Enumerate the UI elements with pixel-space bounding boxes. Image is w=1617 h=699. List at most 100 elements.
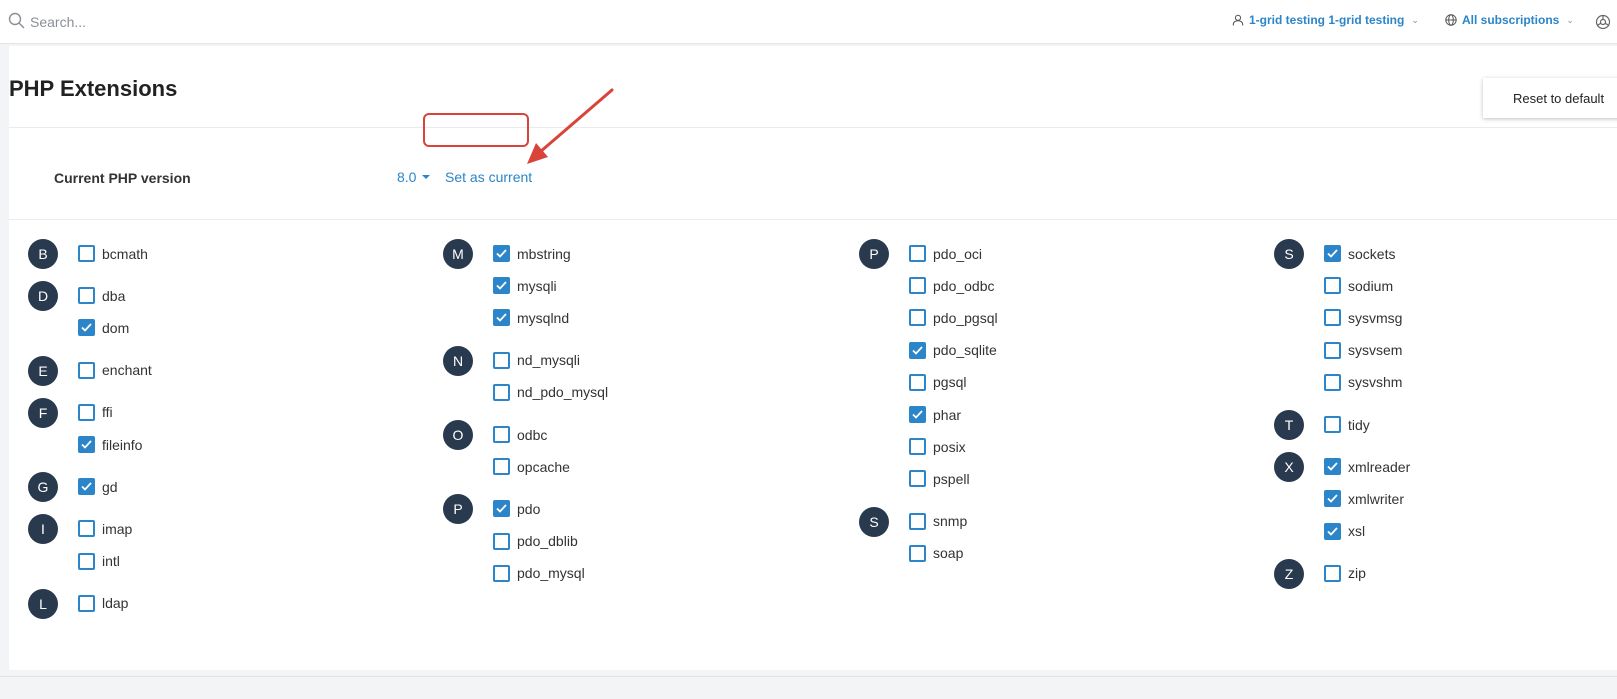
subscriptions-menu[interactable]: All subscriptions ⌄ (1445, 13, 1574, 27)
extension-item[interactable]: phar (909, 406, 961, 423)
checkmark-icon (1327, 249, 1338, 258)
extension-label: posix (933, 438, 966, 455)
user-menu[interactable]: 1-grid testing 1-grid testing ⌄ (1232, 13, 1419, 27)
extension-item[interactable]: soap (909, 544, 963, 562)
extension-checkbox[interactable] (493, 245, 510, 262)
extension-checkbox[interactable] (493, 351, 510, 369)
extension-checkbox[interactable] (1324, 373, 1341, 391)
extension-checkbox[interactable] (493, 277, 510, 295)
extension-item[interactable]: mysqlnd (493, 309, 570, 327)
extension-item[interactable]: sysvshm (1324, 373, 1402, 391)
extension-checkbox[interactable] (78, 520, 95, 538)
extension-checkbox[interactable] (1324, 522, 1341, 540)
extension-checkbox[interactable] (493, 426, 510, 443)
extension-item[interactable]: ldap (78, 594, 128, 612)
extension-item[interactable]: pdo_sqlite (909, 341, 997, 359)
extension-item[interactable]: xsl (1324, 522, 1365, 540)
extension-checkbox[interactable] (1324, 309, 1341, 327)
extension-checkbox[interactable] (1324, 458, 1341, 476)
extension-checkbox[interactable] (78, 552, 95, 570)
extension-checkbox[interactable] (909, 470, 926, 488)
extension-checkbox[interactable] (909, 512, 926, 530)
extension-item[interactable]: odbc (493, 426, 547, 443)
extension-checkbox[interactable] (1324, 564, 1341, 582)
extension-checkbox[interactable] (909, 309, 926, 327)
extension-item[interactable]: sysvsem (1324, 341, 1402, 359)
extension-checkbox[interactable] (78, 403, 95, 421)
extension-item[interactable]: mysqli (493, 277, 557, 295)
divider (9, 127, 1617, 128)
extension-label: pdo_pgsql (933, 309, 998, 326)
extension-item[interactable]: pdo_odbc (909, 277, 995, 295)
search-input[interactable] (30, 10, 330, 34)
extension-item[interactable]: tidy (1324, 416, 1370, 433)
extension-checkbox[interactable] (78, 245, 95, 262)
extension-item[interactable]: intl (78, 552, 120, 570)
extension-item[interactable]: snmp (909, 512, 967, 530)
extension-checkbox[interactable] (1324, 277, 1341, 295)
extension-checkbox[interactable] (1324, 490, 1341, 508)
extension-item[interactable]: mbstring (493, 245, 571, 262)
extension-checkbox[interactable] (78, 361, 95, 379)
extension-item[interactable]: sysvmsg (1324, 309, 1402, 327)
extension-item[interactable]: sodium (1324, 277, 1393, 295)
extension-label: dom (102, 319, 130, 336)
checkmark-icon (912, 410, 923, 419)
extension-item[interactable]: dba (78, 287, 125, 305)
extension-checkbox[interactable] (78, 594, 95, 612)
extension-item[interactable]: nd_pdo_mysql (493, 383, 608, 401)
letter-badge: D (28, 281, 58, 312)
extension-item[interactable]: zip (1324, 564, 1366, 582)
extension-checkbox[interactable] (909, 341, 926, 359)
extension-checkbox[interactable] (909, 277, 926, 295)
letter-badge: T (1274, 410, 1304, 440)
letter-badge: E (28, 355, 58, 386)
extension-checkbox[interactable] (493, 532, 510, 550)
extension-checkbox[interactable] (909, 406, 926, 423)
extension-checkbox[interactable] (78, 287, 95, 305)
extension-checkbox[interactable] (909, 438, 926, 456)
extension-item[interactable]: pdo_mysql (493, 564, 585, 582)
extension-item[interactable]: pdo_dblib (493, 532, 578, 550)
extension-item[interactable]: gd (78, 478, 118, 496)
extension-label: mysqlnd (517, 309, 570, 326)
extension-item[interactable]: pdo (493, 500, 540, 518)
extension-checkbox[interactable] (78, 436, 95, 453)
extension-checkbox[interactable] (493, 458, 510, 476)
extension-item[interactable]: xmlreader (1324, 458, 1410, 476)
php-version-select[interactable]: 8.0 (397, 169, 431, 185)
extension-checkbox[interactable] (909, 544, 926, 562)
extension-checkbox[interactable] (493, 500, 510, 518)
extension-item[interactable]: imap (78, 520, 132, 538)
set-as-current-link[interactable]: Set as current (445, 169, 532, 185)
extension-item[interactable]: pspell (909, 470, 970, 488)
extension-checkbox[interactable] (78, 319, 95, 337)
extension-item[interactable]: fileinfo (78, 436, 142, 453)
extension-item[interactable]: pgsql (909, 373, 966, 391)
extension-checkbox[interactable] (78, 478, 95, 496)
extension-checkbox[interactable] (493, 309, 510, 327)
settings-icon[interactable] (1594, 13, 1612, 31)
extension-checkbox[interactable] (909, 245, 926, 262)
reset-to-default-button[interactable]: Reset to default (1483, 78, 1617, 118)
extension-item[interactable]: enchant (78, 361, 152, 379)
extension-item[interactable]: posix (909, 438, 966, 456)
extension-label: odbc (517, 426, 548, 443)
extension-checkbox[interactable] (1324, 416, 1341, 433)
annotation-highlight-box (423, 113, 529, 147)
extension-item[interactable]: bcmath (78, 245, 148, 262)
extension-checkbox[interactable] (1324, 341, 1341, 359)
extension-item[interactable]: xmlwriter (1324, 490, 1404, 508)
extension-item[interactable]: opcache (493, 458, 570, 476)
extension-checkbox[interactable] (493, 564, 510, 582)
extension-label: enchant (102, 362, 152, 379)
extension-item[interactable]: pdo_oci (909, 245, 982, 262)
extension-item[interactable]: sockets (1324, 245, 1395, 262)
extension-item[interactable]: pdo_pgsql (909, 309, 998, 327)
extension-item[interactable]: ffi (78, 403, 113, 421)
extension-checkbox[interactable] (493, 383, 510, 401)
extension-item[interactable]: dom (78, 319, 130, 337)
extension-checkbox[interactable] (909, 373, 926, 391)
extension-item[interactable]: nd_mysqli (493, 351, 580, 369)
extension-checkbox[interactable] (1324, 245, 1341, 262)
